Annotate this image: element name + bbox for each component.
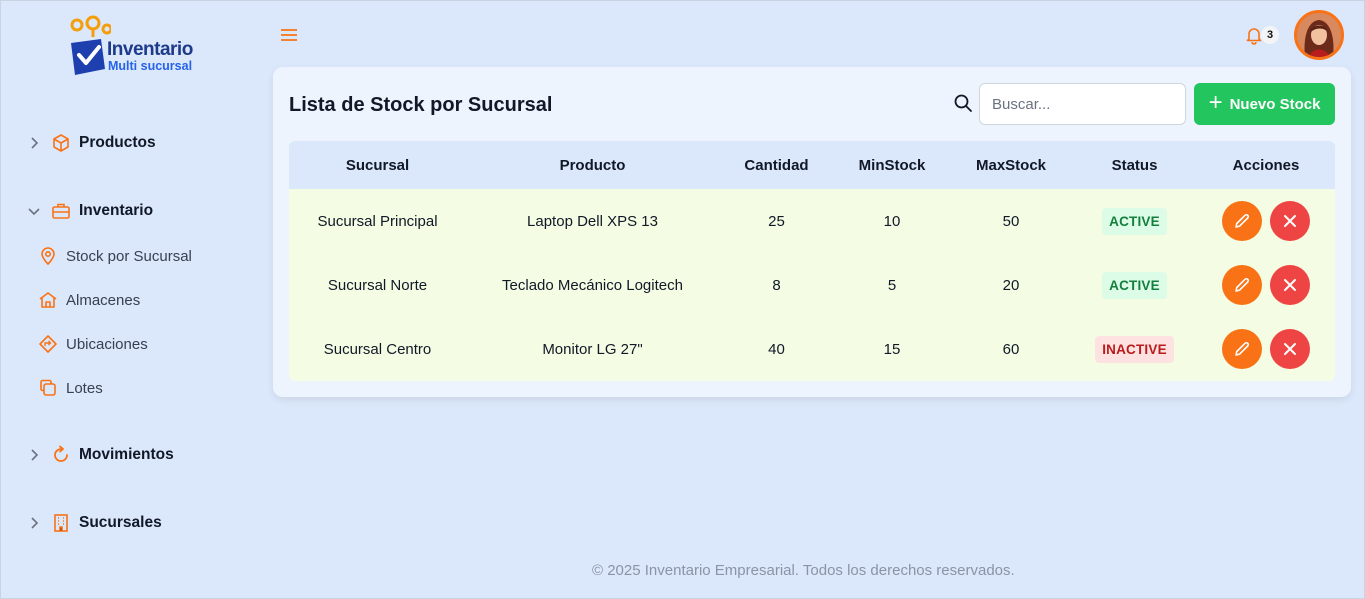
delete-button[interactable] — [1270, 265, 1310, 305]
footer-text: © 2025 Inventario Empresarial. Todos los… — [592, 562, 1015, 579]
delete-button[interactable] — [1270, 329, 1310, 369]
sidebar-section-label: Productos — [79, 134, 156, 151]
sidebar-section-inventario[interactable]: Inventario — [25, 199, 153, 223]
column-header[interactable]: Status — [1072, 157, 1197, 174]
cell-cantidad: 40 — [768, 340, 785, 358]
table-header: Sucursal Producto Cantidad MinStock MaxS… — [289, 141, 1335, 189]
chevron-down-icon — [25, 202, 43, 220]
sidebar-item-ubicaciones[interactable]: Ubicaciones — [38, 332, 148, 356]
copy-icon — [38, 378, 58, 398]
cell-status: ACTIVE — [1072, 207, 1197, 235]
edit-button[interactable] — [1222, 329, 1262, 369]
close-icon — [1284, 215, 1296, 227]
column-header[interactable]: Producto — [466, 157, 719, 174]
sidebar-item-label: Ubicaciones — [66, 335, 148, 353]
sidebar-section-movimientos[interactable]: Movimientos — [25, 443, 174, 467]
logo-title: Inventario — [107, 39, 193, 60]
sidebar-section-label: Inventario — [79, 202, 154, 219]
column-header[interactable]: Sucursal — [289, 157, 466, 174]
sidebar-item-stock-por-sucursal[interactable]: Stock por Sucursal — [38, 244, 192, 268]
logo-icon — [70, 15, 111, 75]
column-header: Acciones — [1232, 156, 1300, 174]
home-icon — [38, 290, 58, 310]
table-row: Sucursal Centro Monitor LG 27" 40 15 60 … — [289, 317, 1335, 381]
building-icon — [51, 513, 71, 533]
directions-icon — [38, 334, 58, 354]
cell-cantidad: 25 — [768, 212, 785, 230]
briefcase-icon — [51, 201, 71, 221]
sidebar-item-label: Lotes — [66, 379, 103, 397]
plus-icon: + — [1208, 89, 1223, 116]
cell-maxstock: 50 — [1002, 212, 1020, 230]
chevron-right-icon — [25, 514, 43, 532]
column-header[interactable]: MinStock — [834, 157, 950, 174]
cell-actions — [1197, 201, 1335, 241]
box-icon — [51, 133, 71, 153]
pencil-icon — [1235, 214, 1249, 228]
status-badge: INACTIVE — [1095, 335, 1174, 363]
status-badge: ACTIVE — [1102, 207, 1167, 235]
page-title: Lista de Stock por Sucursal — [289, 94, 553, 116]
sidebar-section-label: Movimientos — [79, 446, 174, 463]
cell-producto: Teclado Mecánico Logitech — [502, 276, 683, 294]
close-icon — [1284, 343, 1296, 355]
cell-producto: Laptop Dell XPS 13 — [527, 212, 658, 230]
cell-maxstock: 20 — [1002, 276, 1020, 294]
sidebar-item-almacenes[interactable]: Almacenes — [38, 288, 140, 312]
sidebar-item-lotes[interactable]: Lotes — [38, 376, 103, 400]
refresh-icon — [51, 445, 71, 465]
pencil-icon — [1235, 278, 1249, 292]
hamburger-icon — [281, 29, 297, 41]
sidebar: Inventario Multi sucursal Productos Inve… — [1, 1, 259, 599]
logo-subtitle: Multi sucursal — [108, 59, 193, 73]
cell-minstock: 5 — [887, 276, 897, 294]
stock-list-card: Lista de Stock por Sucursal + Nuevo Stoc… — [273, 67, 1351, 397]
map-pin-icon — [38, 246, 58, 266]
cell-minstock: 15 — [883, 340, 901, 358]
close-icon — [1284, 279, 1296, 291]
cell-status: ACTIVE — [1072, 271, 1197, 299]
sidebar-section-label: Sucursales — [79, 514, 162, 531]
table-row: Sucursal Norte Teclado Mecánico Logitech… — [289, 253, 1335, 317]
cell-cantidad: 8 — [772, 276, 781, 294]
cell-actions — [1197, 329, 1335, 369]
stock-table: Sucursal Producto Cantidad MinStock MaxS… — [289, 141, 1335, 381]
cell-minstock: 10 — [883, 212, 901, 230]
app-logo[interactable]: Inventario Multi sucursal — [67, 15, 207, 77]
edit-button[interactable] — [1222, 201, 1262, 241]
menu-toggle-button[interactable] — [279, 25, 299, 45]
cell-maxstock: 60 — [1002, 340, 1020, 358]
sidebar-item-label: Almacenes — [66, 291, 141, 309]
column-header[interactable]: MaxStock — [950, 157, 1072, 174]
new-stock-button[interactable]: + Nuevo Stock — [1194, 83, 1335, 125]
edit-button[interactable] — [1222, 265, 1262, 305]
table-body: Sucursal Principal Laptop Dell XPS 13 25… — [289, 189, 1335, 381]
delete-button[interactable] — [1270, 201, 1310, 241]
user-avatar[interactable] — [1294, 10, 1344, 60]
cell-sucursal: Sucursal Principal — [317, 212, 438, 230]
pencil-icon — [1235, 342, 1249, 356]
sidebar-item-label: Stock por Sucursal — [66, 247, 192, 265]
chevron-right-icon — [25, 134, 43, 152]
avatar-image — [1297, 13, 1341, 57]
cell-sucursal: Sucursal Centro — [323, 340, 432, 358]
cell-producto: Monitor LG 27" — [542, 340, 643, 358]
sidebar-section-productos[interactable]: Productos — [25, 131, 156, 155]
search-input[interactable] — [979, 83, 1186, 125]
notification-count-badge: 3 — [1261, 26, 1279, 44]
cell-sucursal: Sucursal Norte — [327, 276, 428, 294]
status-badge: ACTIVE — [1102, 271, 1167, 299]
cell-actions — [1197, 265, 1335, 305]
table-row: Sucursal Principal Laptop Dell XPS 13 25… — [289, 189, 1335, 253]
cell-status: INACTIVE — [1072, 335, 1197, 363]
column-header[interactable]: Cantidad — [719, 157, 834, 174]
search-icon[interactable] — [953, 93, 973, 113]
chevron-right-icon — [25, 446, 43, 464]
new-stock-label: Nuevo Stock — [1229, 95, 1321, 113]
sidebar-section-sucursales[interactable]: Sucursales — [25, 511, 162, 535]
